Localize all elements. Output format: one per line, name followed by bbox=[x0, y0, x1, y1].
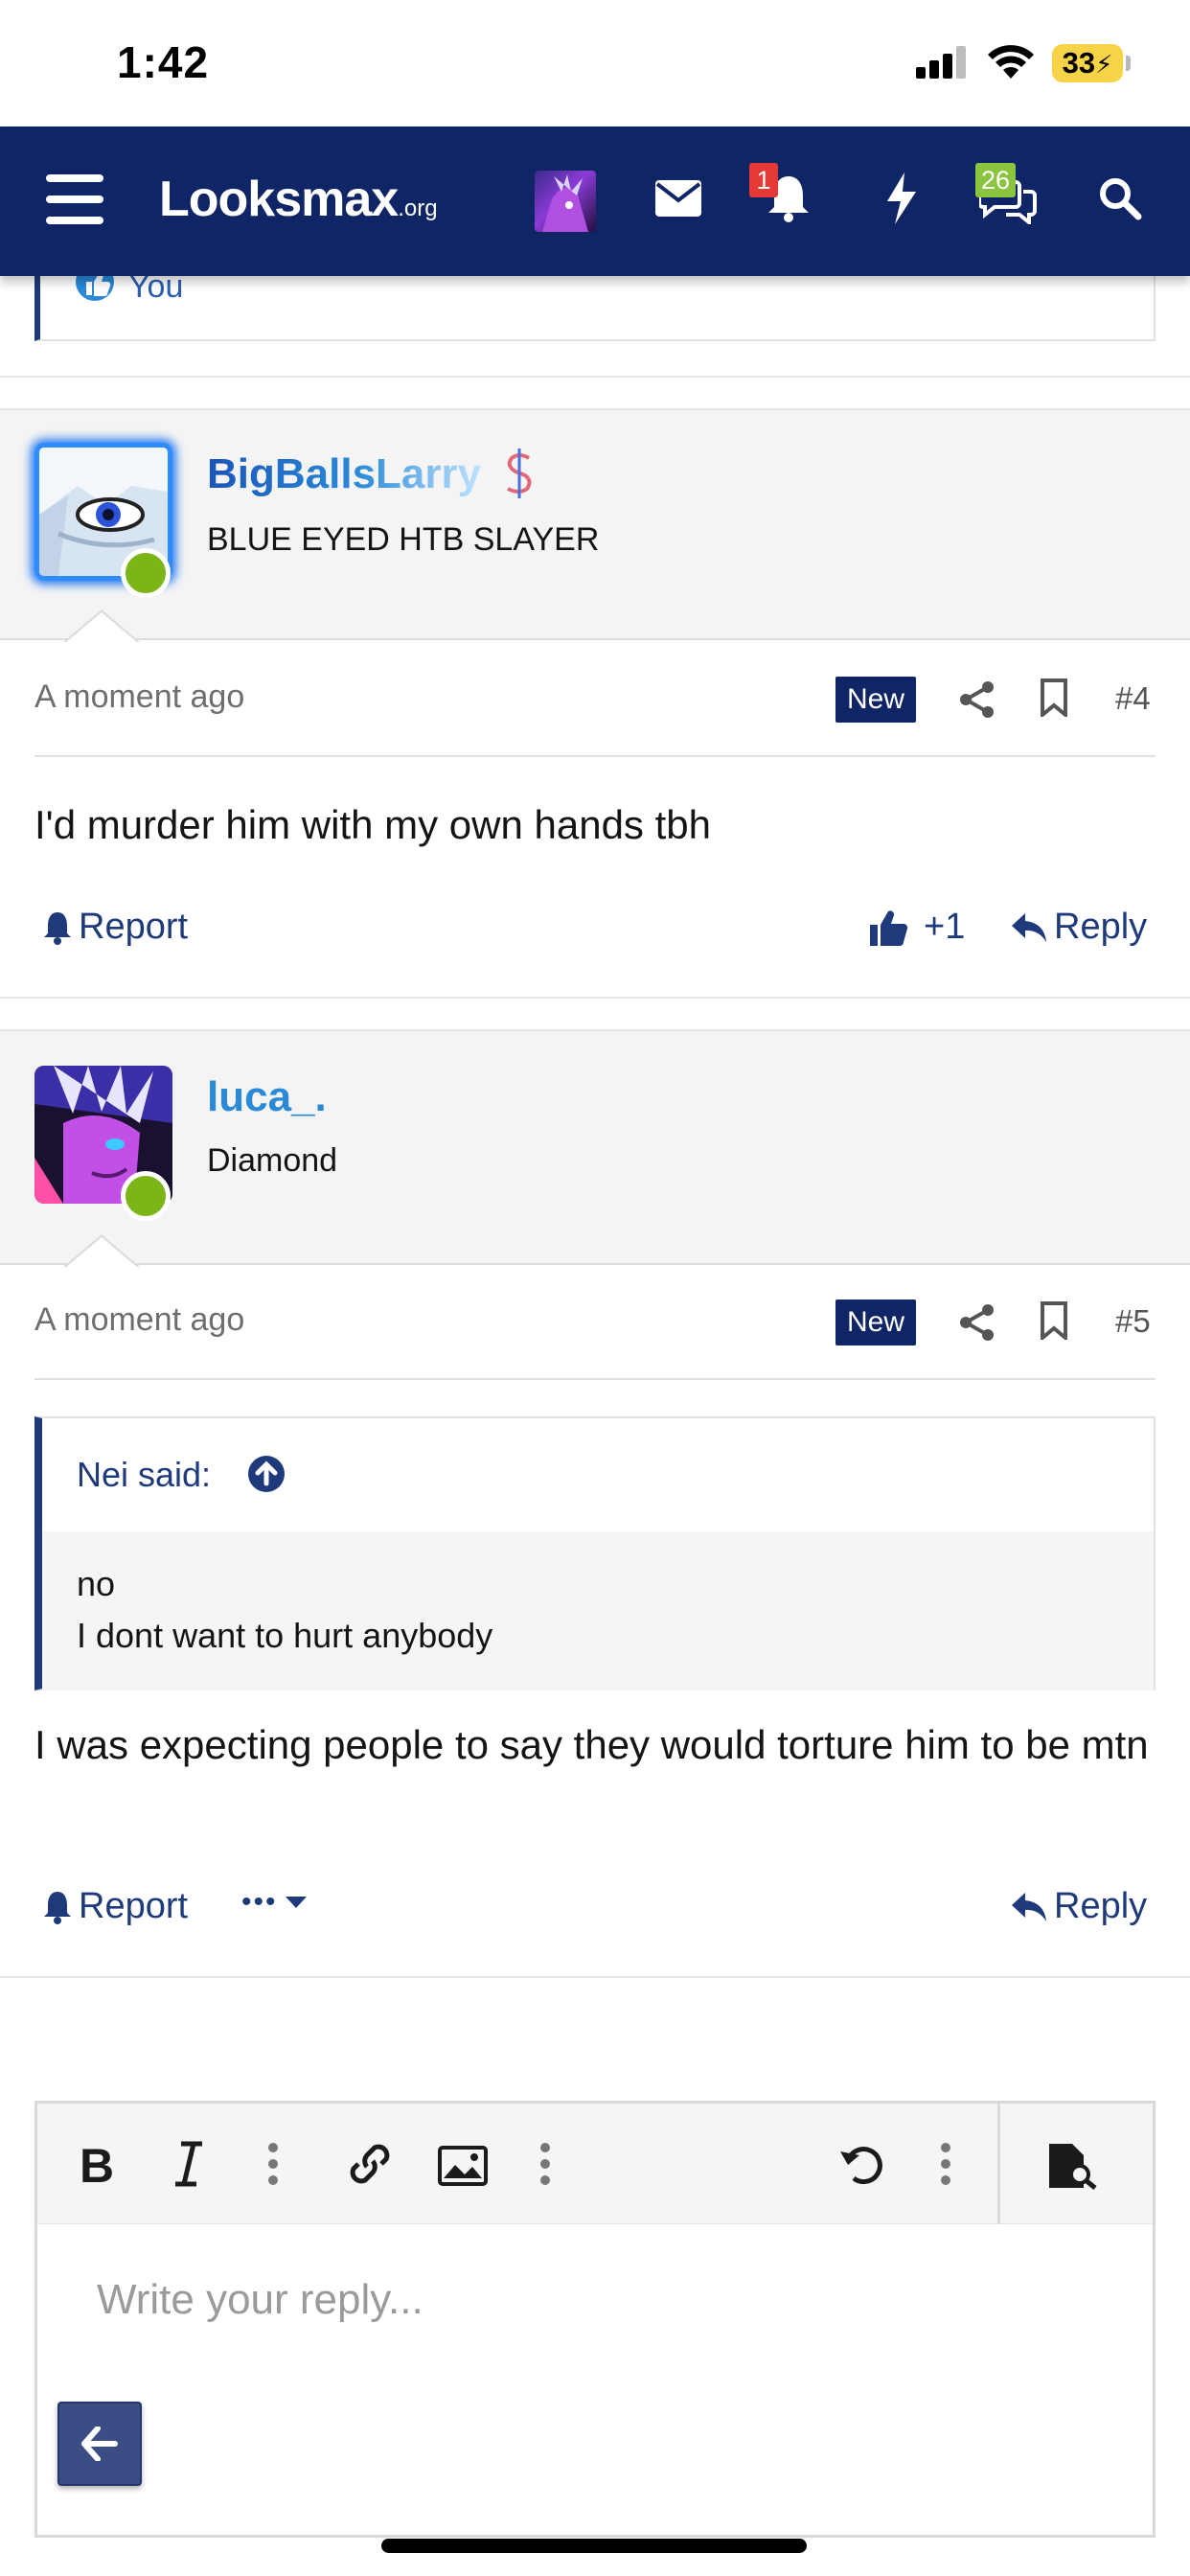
svg-text:B: B bbox=[80, 2140, 114, 2188]
previous-post-reactions: You bbox=[34, 268, 1156, 341]
quote-line: I dont want to hurt anybody bbox=[77, 1616, 493, 1655]
toolbar-divider bbox=[997, 2104, 1000, 2224]
more-options-icon[interactable] bbox=[539, 2140, 551, 2188]
like-count: +1 bbox=[924, 907, 966, 947]
top-navigation-bar: Looksmax.org 1 26 bbox=[0, 126, 1190, 276]
bell-icon bbox=[44, 911, 71, 945]
username[interactable]: BigBallsLarry bbox=[207, 450, 481, 498]
quote-line: no bbox=[77, 1564, 116, 1603]
post-body: I'd murder him with my own hands tbh bbox=[34, 802, 711, 847]
share-icon[interactable] bbox=[958, 680, 996, 719]
reply-button[interactable]: Reply bbox=[1010, 907, 1147, 948]
reply-input[interactable]: Write your reply... bbox=[97, 2276, 423, 2324]
user-notch bbox=[63, 610, 140, 643]
reply-label: Reply bbox=[1054, 1886, 1148, 1926]
reply-editor: B Write your reply... bbox=[34, 2101, 1156, 2538]
reply-arrow-icon bbox=[1012, 1892, 1046, 1921]
alerts-badge: 1 bbox=[749, 163, 778, 197]
more-actions-menu[interactable]: ••• bbox=[241, 1886, 309, 1919]
undo-icon[interactable] bbox=[838, 2140, 886, 2188]
like-button[interactable]: +1 bbox=[868, 907, 965, 948]
battery-level: 33 bbox=[1062, 46, 1096, 80]
post-separator bbox=[0, 376, 1190, 378]
image-icon[interactable] bbox=[438, 2146, 488, 2186]
quote-author[interactable]: Nei said: bbox=[77, 1455, 211, 1495]
quote-content: no I dont want to hurt anybody bbox=[42, 1531, 1154, 1690]
search-icon[interactable] bbox=[1098, 176, 1142, 220]
post-timestamp[interactable]: A moment ago bbox=[34, 678, 244, 716]
quote-block: Nei said: no I dont want to hurt anybody bbox=[34, 1416, 1156, 1690]
more-options-icon[interactable] bbox=[940, 2140, 951, 2188]
report-button[interactable]: Report bbox=[42, 1886, 188, 1927]
share-icon[interactable] bbox=[958, 1303, 996, 1342]
logo-suffix: .org bbox=[398, 196, 438, 221]
post-body: I was expecting people to say they would… bbox=[34, 1722, 1149, 1767]
bookmark-icon[interactable] bbox=[1039, 678, 1069, 717]
jump-to-quote-icon[interactable] bbox=[247, 1455, 286, 1493]
reply-button[interactable]: Reply bbox=[1010, 1886, 1147, 1927]
arrow-left-icon bbox=[81, 2426, 118, 2461]
menu-icon[interactable] bbox=[46, 174, 103, 224]
bell-icon bbox=[44, 1891, 71, 1924]
battery-indicator: 33⚡ bbox=[1052, 44, 1123, 82]
username[interactable]: luca_. bbox=[207, 1073, 327, 1121]
post-separator bbox=[0, 1976, 1190, 1978]
logo-text: Looksmax bbox=[159, 172, 399, 227]
reply-label: Reply bbox=[1054, 907, 1148, 947]
post-separator bbox=[0, 997, 1190, 999]
post-header-divider bbox=[34, 1378, 1156, 1380]
battery-tip bbox=[1126, 56, 1131, 71]
post-timestamp[interactable]: A moment ago bbox=[34, 1301, 244, 1339]
quote-header: Nei said: bbox=[42, 1418, 1154, 1531]
dollar-sign-icon bbox=[507, 448, 532, 498]
more-options-icon: ••• bbox=[241, 1886, 278, 1918]
user-title: BLUE EYED HTB SLAYER bbox=[207, 521, 600, 558]
bold-icon[interactable]: B bbox=[78, 2140, 116, 2188]
envelope-icon[interactable] bbox=[655, 180, 701, 217]
post-5-user-strip bbox=[0, 1029, 1190, 1265]
user-notch bbox=[63, 1234, 140, 1268]
report-label: Report bbox=[79, 1886, 189, 1926]
wifi-icon bbox=[988, 45, 1034, 79]
preview-icon[interactable] bbox=[1047, 2142, 1105, 2190]
bolt-icon[interactable] bbox=[885, 172, 918, 224]
status-time: 1:42 bbox=[117, 37, 210, 87]
report-button[interactable]: Report bbox=[42, 907, 188, 948]
user-title: Diamond bbox=[207, 1142, 338, 1179]
site-logo[interactable]: Looksmax.org bbox=[159, 171, 438, 228]
post-number[interactable]: #5 bbox=[1115, 1303, 1151, 1340]
status-bar: 1:42 33⚡ bbox=[0, 0, 1190, 126]
home-indicator[interactable] bbox=[381, 2539, 807, 2553]
post-header-divider bbox=[34, 755, 1156, 757]
account-avatar[interactable] bbox=[535, 171, 596, 232]
post-number[interactable]: #4 bbox=[1115, 680, 1151, 717]
italic-icon[interactable] bbox=[172, 2140, 206, 2188]
chevron-down-icon bbox=[285, 1897, 307, 1908]
new-badge: New bbox=[835, 677, 917, 723]
online-status-indicator bbox=[121, 548, 171, 598]
back-button[interactable] bbox=[57, 2402, 142, 2486]
new-badge: New bbox=[835, 1300, 917, 1346]
online-status-indicator bbox=[121, 1171, 171, 1221]
reply-arrow-icon bbox=[1012, 912, 1046, 942]
link-icon[interactable] bbox=[346, 2140, 394, 2188]
more-options-icon[interactable] bbox=[267, 2140, 279, 2188]
editor-toolbar: B bbox=[37, 2104, 1153, 2224]
report-label: Report bbox=[79, 907, 189, 947]
charging-bolt-icon: ⚡ bbox=[1095, 50, 1113, 79]
cellular-signal-icon bbox=[916, 46, 968, 79]
conversations-badge: 26 bbox=[975, 163, 1017, 197]
thumbs-up-icon bbox=[870, 909, 908, 946]
bookmark-icon[interactable] bbox=[1039, 1301, 1069, 1340]
